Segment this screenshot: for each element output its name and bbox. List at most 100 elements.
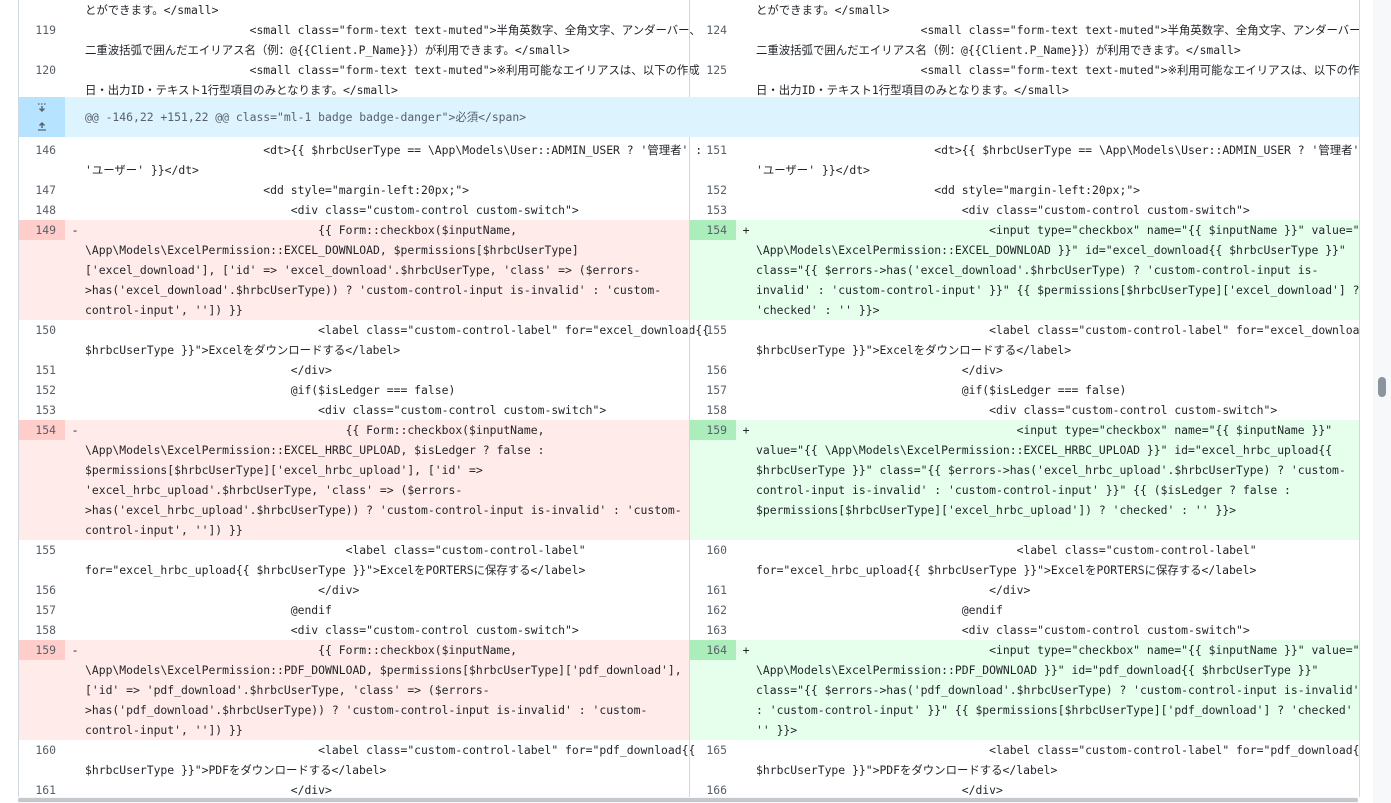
code-line: </div> bbox=[85, 783, 332, 797]
diff-sign: - bbox=[71, 643, 79, 657]
deleted-line-row: 149- {{ Form::checkbox($inputName, \App\M… bbox=[19, 220, 689, 320]
context-line-row: 156 </div> bbox=[690, 360, 1359, 380]
code-line: <label class="custom-control-label" for=… bbox=[756, 323, 1360, 337]
code-cell: {{ Form::checkbox($inputName, \App\Models… bbox=[85, 420, 696, 540]
code-line: \App\Models\ExcelPermission::PDF_DOWNLOA… bbox=[756, 663, 1319, 677]
line-number[interactable]: 162 bbox=[690, 600, 736, 620]
line-number[interactable]: 161 bbox=[690, 580, 736, 600]
line-number[interactable]: 155 bbox=[19, 540, 65, 560]
line-number[interactable]: 156 bbox=[19, 580, 65, 600]
diff-sign bbox=[65, 740, 85, 760]
code-line: $permissions[$hrbcUserType]['excel_hrbc_… bbox=[85, 463, 483, 477]
code-line: value="{{ \App\Models\ExcelPermission::E… bbox=[756, 443, 1333, 457]
line-number[interactable]: 160 bbox=[690, 540, 736, 560]
diff-sign bbox=[65, 20, 85, 40]
line-number[interactable]: 157 bbox=[690, 380, 736, 400]
line-number[interactable]: 158 bbox=[19, 620, 65, 640]
code-cell: <div class="custom-control custom-switch… bbox=[756, 400, 1359, 420]
context-line-row: 152 <dd style="margin-left:20px;"> bbox=[690, 180, 1359, 200]
line-number[interactable]: 160 bbox=[19, 740, 65, 760]
line-number[interactable]: 119 bbox=[19, 20, 65, 40]
diff-sign bbox=[736, 540, 756, 560]
line-number[interactable]: 156 bbox=[690, 360, 736, 380]
code-line: <label class="custom-control-label" for=… bbox=[85, 743, 696, 757]
code-cell: <small class="form-text text-muted">※利用可… bbox=[756, 60, 1360, 100]
line-number[interactable]: 146 bbox=[19, 140, 65, 160]
code-line: <div class="custom-control custom-switch… bbox=[85, 623, 579, 637]
context-line-row: 119 <small class="form-text text-muted">… bbox=[19, 20, 700, 60]
line-number[interactable]: 147 bbox=[19, 180, 65, 200]
line-number[interactable]: 158 bbox=[690, 400, 736, 420]
horizontal-scrollbar-thumb[interactable] bbox=[18, 798, 1358, 802]
diff-sign bbox=[736, 400, 756, 420]
line-number[interactable]: 120 bbox=[19, 60, 65, 80]
context-line-row: 157 @endif bbox=[19, 600, 689, 620]
line-number[interactable]: 148 bbox=[19, 200, 65, 220]
code-line: <div class="custom-control custom-switch… bbox=[85, 203, 579, 217]
code-line: <label class="custom-control-label" bbox=[756, 543, 1257, 557]
line-number[interactable]: 164 bbox=[690, 640, 736, 660]
line-number[interactable]: 151 bbox=[690, 140, 736, 160]
diff-sign bbox=[736, 620, 756, 640]
diff-sign bbox=[65, 180, 85, 200]
diff-sign bbox=[736, 580, 756, 600]
diff-sign bbox=[736, 180, 756, 200]
context-line-row: 160 <label class="custom-control-label" … bbox=[19, 740, 695, 780]
line-number[interactable]: 165 bbox=[690, 740, 736, 760]
diff-sign: + bbox=[742, 643, 750, 657]
line-number[interactable]: 153 bbox=[690, 200, 736, 220]
line-number[interactable]: 154 bbox=[19, 420, 65, 440]
diff-sign bbox=[65, 540, 85, 560]
code-cell: <label class="custom-control-label" for=… bbox=[756, 320, 1360, 360]
line-number[interactable] bbox=[690, 0, 736, 20]
code-line: @endif bbox=[756, 603, 1003, 617]
code-cell: @endif bbox=[756, 600, 1359, 620]
line-number[interactable]: 159 bbox=[19, 640, 65, 660]
code-line: $hrbcUserType }}">PDFをダウンロードする</label> bbox=[85, 763, 387, 777]
code-line: <small class="form-text text-muted">※利用可… bbox=[756, 63, 1360, 77]
vertical-scrollbar-thumb[interactable] bbox=[1378, 377, 1386, 397]
code-line: control-input', '']) }} bbox=[85, 523, 243, 537]
code-line: <small class="form-text text-muted">半角英数… bbox=[85, 23, 701, 37]
expand-up-icon[interactable] bbox=[32, 119, 52, 133]
line-number[interactable]: 153 bbox=[19, 400, 65, 420]
line-number[interactable]: 166 bbox=[690, 780, 736, 797]
diff-sign bbox=[65, 0, 85, 20]
code-cell: @endif bbox=[85, 600, 689, 620]
code-line: $hrbcUserType }}" class="{{ $errors->has… bbox=[756, 463, 1346, 477]
code-line: control-input', '']) }} bbox=[85, 303, 243, 317]
horizontal-scrollbar[interactable] bbox=[18, 797, 1358, 803]
line-number[interactable]: 125 bbox=[690, 60, 736, 80]
expand-down-icon[interactable] bbox=[32, 101, 52, 115]
context-line-row: 120 <small class="form-text text-muted">… bbox=[19, 60, 699, 100]
line-number[interactable]: 157 bbox=[19, 600, 65, 620]
context-line-row: 153 <div class="custom-control custom-sw… bbox=[690, 200, 1359, 220]
code-cell: <label class="custom-control-label" for=… bbox=[756, 740, 1359, 780]
line-number[interactable]: 151 bbox=[19, 360, 65, 380]
line-number[interactable]: 152 bbox=[690, 180, 736, 200]
code-line: <dd style="margin-left:20px;"> bbox=[85, 183, 470, 197]
line-number[interactable]: 152 bbox=[19, 380, 65, 400]
hunk-header: @@ -146,22 +151,22 @@ class="ml-1 badge … bbox=[19, 97, 1359, 137]
code-line: 'ユーザー' }}</dt> bbox=[85, 163, 199, 177]
line-number[interactable] bbox=[19, 0, 65, 20]
diff-sign bbox=[736, 140, 756, 160]
line-number[interactable]: 161 bbox=[19, 780, 65, 797]
line-number[interactable]: 124 bbox=[690, 20, 736, 40]
diff-sign bbox=[736, 20, 756, 40]
line-number[interactable]: 154 bbox=[690, 220, 736, 240]
line-number[interactable]: 155 bbox=[690, 320, 736, 340]
code-line: \App\Models\ExcelPermission::EXCEL_DOWNL… bbox=[85, 243, 579, 257]
context-line-row: 146 <dt>{{ $hrbcUserType == \App\Models\… bbox=[19, 140, 702, 180]
vertical-scrollbar[interactable] bbox=[1373, 0, 1391, 803]
line-number[interactable]: 149 bbox=[19, 220, 65, 240]
code-line: <dt>{{ $hrbcUserType == \App\Models\User… bbox=[756, 143, 1360, 157]
code-line: </div> bbox=[756, 783, 1003, 797]
code-cell: <div class="custom-control custom-switch… bbox=[85, 200, 689, 220]
line-number[interactable]: 150 bbox=[19, 320, 65, 340]
line-number[interactable]: 159 bbox=[690, 420, 736, 440]
diff-sign bbox=[65, 140, 85, 160]
diff-sign bbox=[65, 60, 85, 80]
line-number[interactable]: 163 bbox=[690, 620, 736, 640]
code-line: <label class="custom-control-label" bbox=[85, 543, 586, 557]
